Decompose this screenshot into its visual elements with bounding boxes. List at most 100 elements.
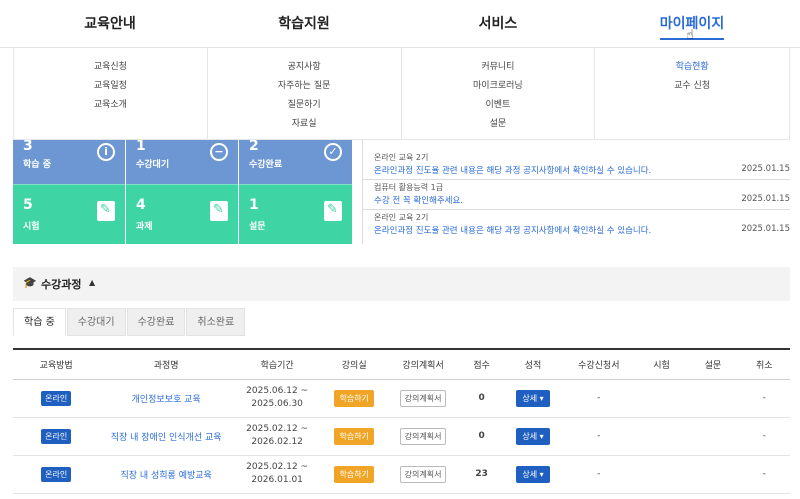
tile-label: 학습 중 — [23, 160, 51, 170]
clipboard-edit-icon — [324, 201, 342, 225]
cell-cancel: - — [738, 379, 790, 418]
menu-col-education: 교육신청 교육일정 교육소개 — [14, 48, 208, 139]
detail-dropdown-button[interactable]: 상세 ▾ — [516, 389, 550, 407]
cell-survey — [687, 417, 739, 456]
menu-item-faq[interactable]: 자주하는 질문 — [208, 77, 401, 96]
col-header: 취소 — [738, 348, 790, 380]
nav-learning-support[interactable]: 학습지원 — [207, 0, 401, 47]
tile-survey[interactable]: 1 설문 — [239, 184, 352, 244]
tile-label: 시험 — [23, 222, 40, 232]
cell-plan: 강의계획서 — [387, 417, 460, 456]
tile-count: 2 — [249, 138, 259, 154]
notice-message[interactable]: 온라인과정 진도율 관련 내용은 해당 과정 공지사항에서 확인하실 수 있습니… — [374, 224, 651, 236]
tile-count: 1 — [136, 138, 146, 154]
course-link[interactable]: 개인정보보호 교육 — [132, 395, 201, 405]
col-header: 강의실 — [321, 348, 388, 380]
tile-exam[interactable]: 5 시험 — [13, 184, 125, 244]
period-end: 2026.01.01 — [251, 475, 303, 485]
menu-item-schedule[interactable]: 교육일정 — [14, 77, 207, 96]
minus-circle-icon: − — [210, 140, 228, 161]
notice-item[interactable]: 온라인 교육 2기 온라인과정 진도율 관련 내용은 해당 과정 공지사항에서 … — [362, 212, 790, 240]
notice-date: 2025.01.15 — [741, 194, 790, 204]
menu-item-community[interactable]: 커뮤니티 — [402, 58, 595, 77]
notice-item[interactable]: 온라인 교육 2기 온라인과정 진도율 관련 내용은 해당 과정 공지사항에서 … — [362, 152, 790, 180]
course-link[interactable]: 직장 내 성희롱 예방교육 — [120, 471, 211, 481]
tile-waiting[interactable]: 1 수강대기 − — [126, 138, 238, 184]
caret-up-icon: ▲ — [89, 278, 96, 287]
menu-item-notice[interactable]: 공지사항 — [208, 58, 401, 77]
menu-item-instructor-apply[interactable]: 교수 신청 — [595, 77, 789, 96]
cell-course: 직장 내 장애인 인식개선 교육 — [99, 417, 233, 456]
cell-grade: 상세 ▾ — [504, 417, 562, 456]
notice-category: 컴퓨터 활용능력 1급 — [374, 183, 444, 192]
menu-item-intro[interactable]: 교육소개 — [14, 96, 207, 115]
course-link[interactable]: 직장 내 장애인 인식개선 교육 — [111, 433, 222, 443]
cell-course: 직장 내 성희롱 예방교육 — [99, 455, 233, 494]
cell-grade: 상세 ▾ — [504, 455, 562, 494]
menu-item-survey[interactable]: 설문 — [402, 115, 595, 134]
col-header: 시험 — [635, 348, 688, 380]
tab-cancelled[interactable]: 취소완료 — [186, 308, 246, 336]
notice-item[interactable]: 컴퓨터 활용능력 1급 수강 전 꼭 확인해주세요. 2025.01.15 — [362, 182, 790, 210]
col-header: 수강신청서 — [561, 348, 636, 380]
tile-assignment[interactable]: 4 과제 — [126, 184, 238, 244]
study-button[interactable]: 학습하기 — [334, 389, 374, 407]
menu-item-library[interactable]: 자료실 — [208, 115, 401, 134]
page: 교육안내 학습지원 서비스 마이페이지 ☝ 교육신청 교육일정 교육소개 공지사… — [0, 0, 800, 499]
notice-date: 2025.01.15 — [741, 224, 790, 234]
cell-exam — [635, 455, 688, 494]
detail-dropdown-button[interactable]: 상세 ▾ — [516, 465, 550, 483]
menu-item-ask[interactable]: 질문하기 — [208, 96, 401, 115]
check-circle-icon: ✓ — [324, 140, 342, 161]
cell-method: 온라인 — [13, 379, 100, 418]
info-icon: i — [97, 140, 115, 161]
col-header: 점수 — [459, 348, 505, 380]
col-header: 성적 — [504, 348, 562, 380]
nav-label: 교육안내 — [84, 16, 136, 32]
tile-learning[interactable]: 3 학습 중 i — [13, 138, 125, 184]
nav-education-info[interactable]: 교육안내 — [13, 0, 207, 47]
tile-count: 3 — [23, 138, 33, 154]
notice-message[interactable]: 수강 전 꼭 확인해주세요. — [374, 194, 463, 206]
section-header[interactable]: 🎓 수강과정 ▲ — [13, 267, 790, 301]
tile-label: 과제 — [136, 222, 153, 232]
study-button[interactable]: 학습하기 — [334, 427, 374, 445]
tab-waiting[interactable]: 수강대기 — [66, 308, 126, 336]
tile-completed[interactable]: 2 수강완료 ✓ — [239, 138, 352, 184]
period-end: 2025.06.30 — [251, 399, 303, 409]
detail-dropdown-button[interactable]: 상세 ▾ — [516, 427, 550, 445]
menu-item-microlearning[interactable]: 마이크로러닝 — [402, 77, 595, 96]
menu-item-learning-status[interactable]: 학습현황 — [595, 58, 789, 77]
notice-category: 온라인 교육 2기 — [374, 153, 429, 162]
method-badge: 온라인 — [41, 466, 72, 482]
table-row: 온라인 직장 내 성희롱 예방교육 2025.02.12 ~ 2026.01.01… — [13, 455, 790, 494]
table-row: 온라인 개인정보보호 교육 2025.06.12 ~ 2025.06.30 학습하… — [13, 379, 790, 418]
cell-room: 학습하기 — [321, 417, 388, 456]
menu-item-apply[interactable]: 교육신청 — [14, 58, 207, 77]
cell-course: 개인정보보호 교육 — [99, 379, 233, 418]
cell-cancel: - — [738, 455, 790, 494]
tile-label: 설문 — [249, 222, 266, 232]
syllabus-button[interactable]: 강의계획서 — [399, 389, 447, 407]
hand-cursor-icon: ☝ — [686, 28, 694, 43]
nav-label: 학습지원 — [278, 16, 330, 32]
syllabus-button[interactable]: 강의계획서 — [399, 465, 447, 483]
menu-col-support: 공지사항 자주하는 질문 질문하기 자료실 — [208, 48, 402, 139]
cell-period: 2025.02.12 ~ 2026.01.01 — [232, 455, 322, 494]
stat-tiles: 3 학습 중 i 1 수강대기 − 2 수강완료 ✓ 5 시험 4 과제 1 설… — [13, 138, 352, 244]
cell-application: - — [561, 379, 636, 418]
tab-learning[interactable]: 학습 중 — [13, 308, 66, 336]
menu-col-mypage: 학습현황 교수 신청 — [595, 48, 789, 139]
cell-survey — [687, 455, 739, 494]
notice-category: 온라인 교육 2기 — [374, 213, 429, 222]
study-button[interactable]: 학습하기 — [334, 465, 374, 483]
tab-completed[interactable]: 수강완료 — [126, 308, 186, 336]
cell-period: 2025.06.12 ~ 2025.06.30 — [232, 379, 322, 418]
syllabus-button[interactable]: 강의계획서 — [399, 427, 447, 445]
nav-services[interactable]: 서비스 — [401, 0, 595, 47]
course-tabs: 학습 중 수강대기 수강완료 취소완료 — [13, 308, 246, 336]
menu-item-event[interactable]: 이벤트 — [402, 96, 595, 115]
period-start: 2025.02.12 ~ — [246, 424, 309, 434]
tile-count: 5 — [23, 197, 33, 213]
notice-message[interactable]: 온라인과정 진도율 관련 내용은 해당 과정 공지사항에서 확인하실 수 있습니… — [374, 164, 651, 176]
